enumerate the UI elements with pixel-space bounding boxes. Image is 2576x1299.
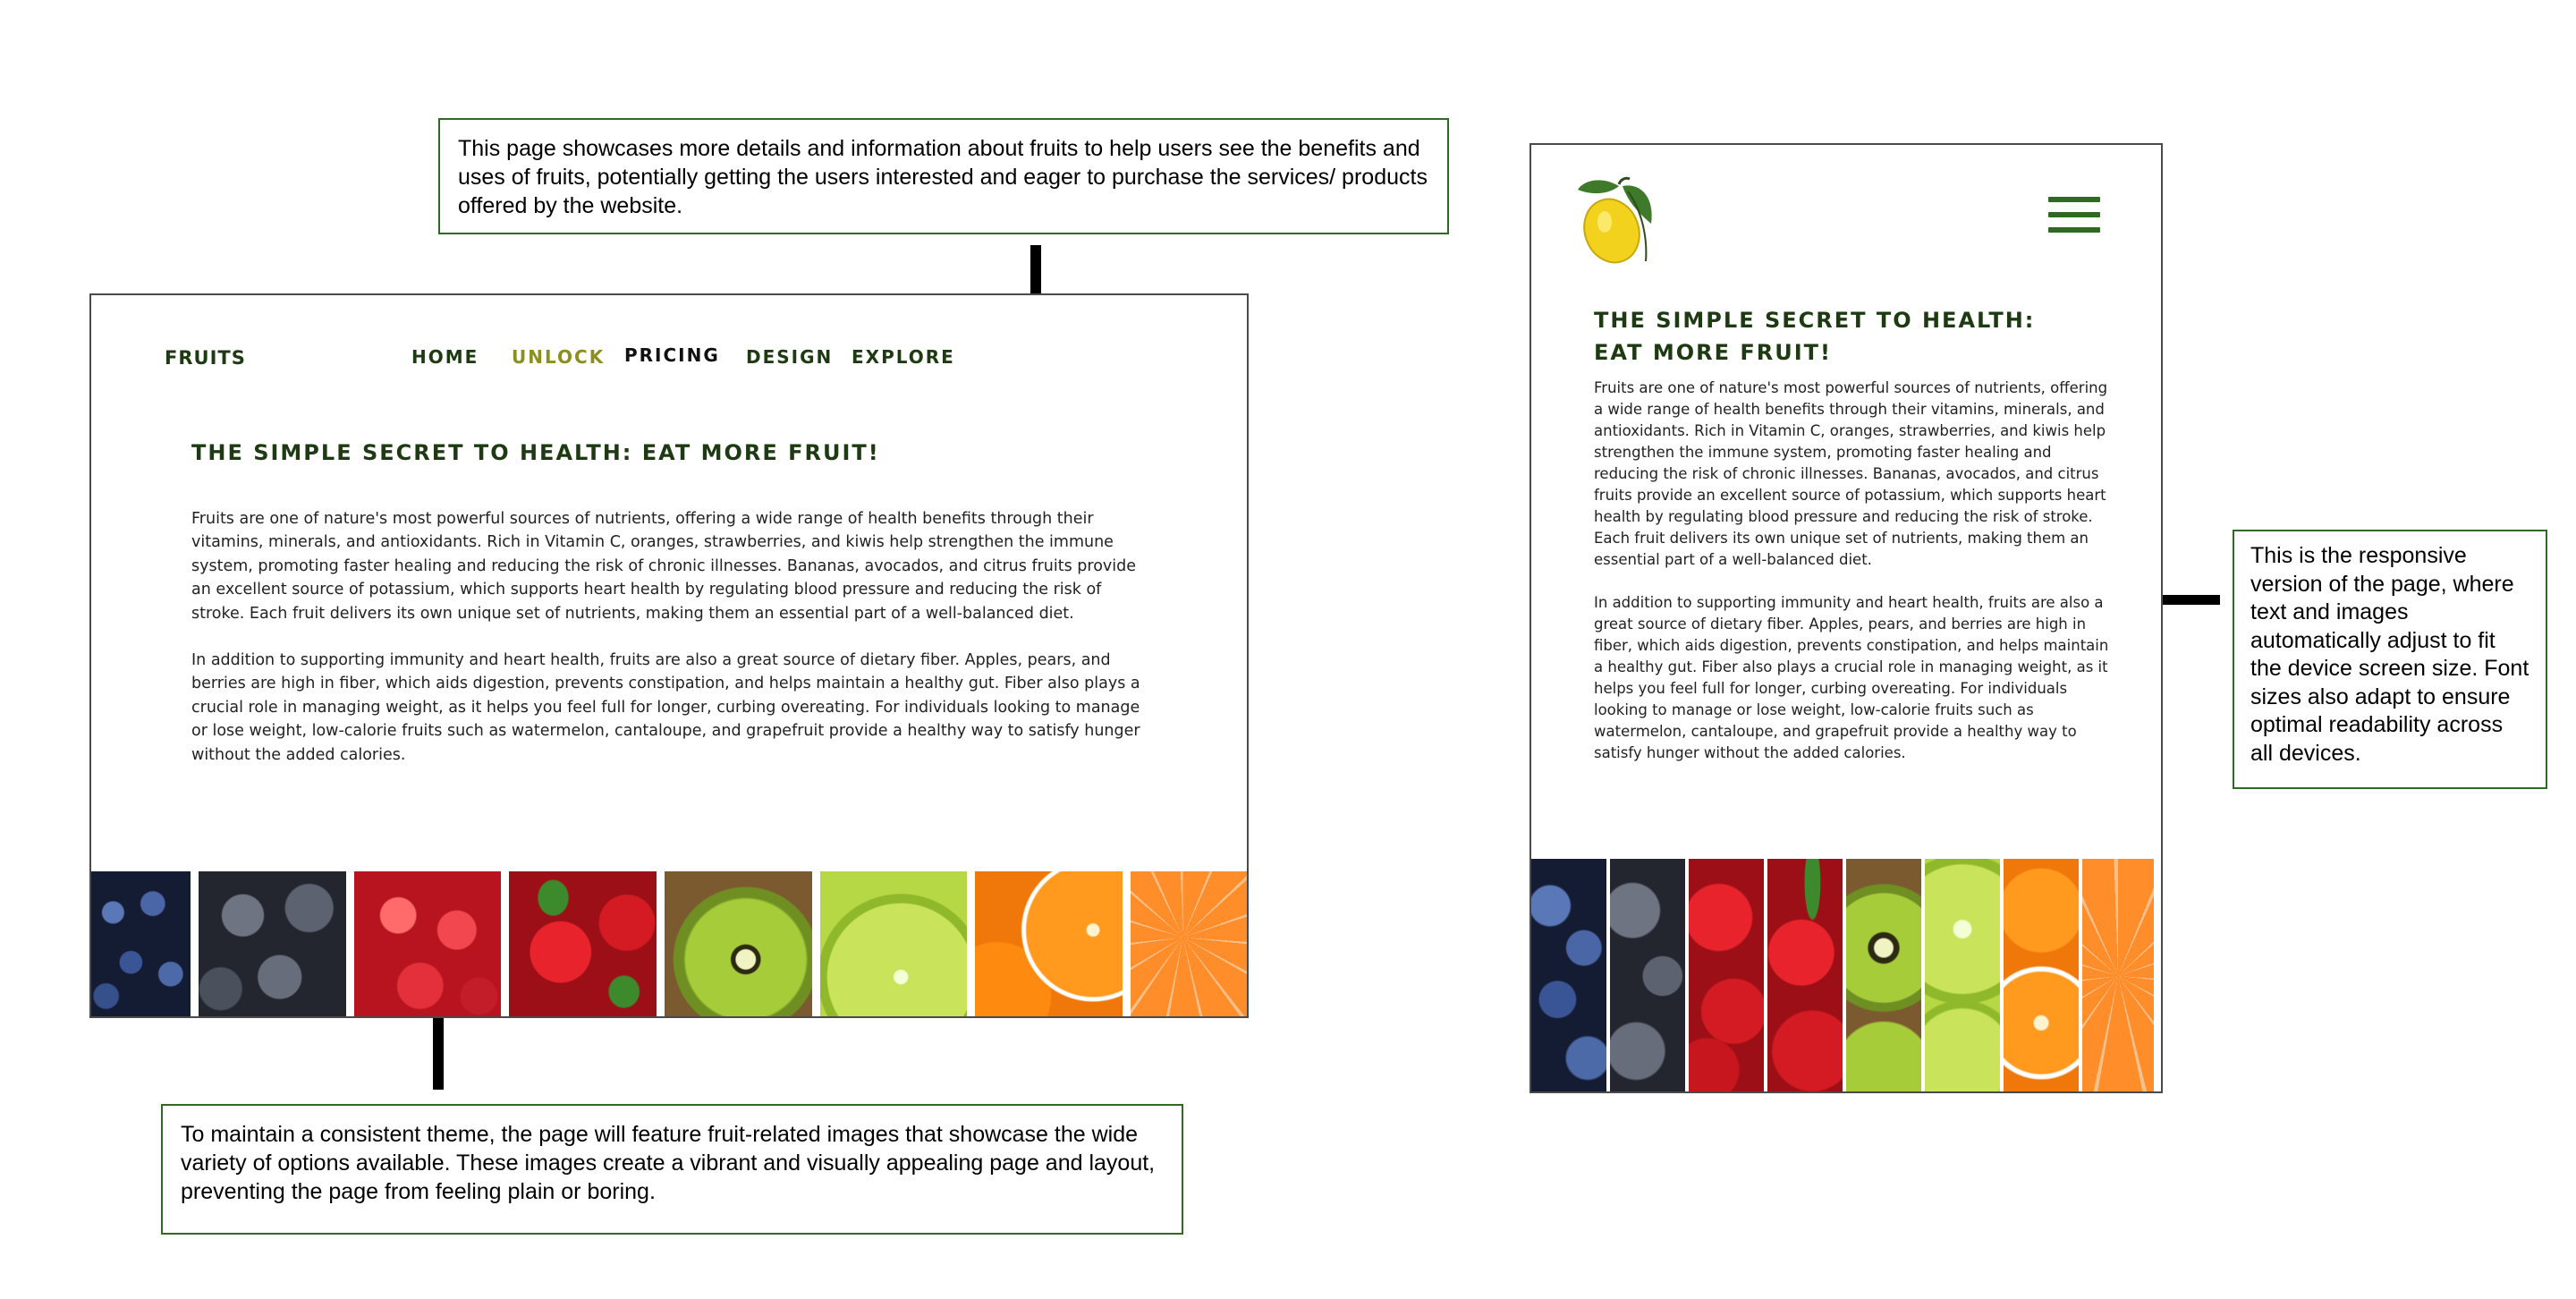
annotation-right-text: This is the responsive version of the pa… [2250, 543, 2529, 766]
desktop-mockup: FRUITS HOME UNLOCK PRICING DESIGN EXPLOR… [89, 293, 1249, 1018]
nav-unlock[interactable]: UNLOCK [512, 346, 605, 368]
body-paragraph-2: In addition to supporting immunity and h… [191, 651, 1140, 764]
nav-design[interactable]: DESIGN [746, 346, 833, 368]
lime-image-mobile [1925, 859, 2000, 1091]
annotation-bottom-text: To maintain a consistent theme, the page… [181, 1122, 1156, 1204]
blueberries-image-mobile [1531, 859, 1606, 1091]
mobile-mockup: THE SIMPLE SECRET TO HEALTH: EAT MORE FR… [1530, 143, 2163, 1093]
kiwi-image [665, 871, 812, 1016]
nav-pricing[interactable]: PRICING [624, 344, 720, 366]
page-title-line-1: THE SIMPLE SECRET TO HEALTH: [1594, 308, 2036, 333]
fruit-image-strip [91, 871, 1247, 1016]
fruit-image-strip-mobile [1531, 859, 2161, 1091]
grapes-image [198, 871, 346, 1016]
nav-home[interactable]: HOME [411, 346, 479, 368]
orange-image-mobile [2004, 859, 2079, 1091]
body-paragraph-1: Fruits are one of nature's most powerful… [191, 510, 1137, 623]
body-text: Fruits are one of nature's most powerful… [191, 507, 1150, 767]
annotation-bottom: To maintain a consistent theme, the page… [161, 1104, 1183, 1235]
page-title: THE SIMPLE SECRET TO HEALTH: EAT MORE FR… [191, 440, 880, 465]
tangerine-image-mobile [2082, 859, 2154, 1091]
lemon-icon[interactable] [1574, 175, 1664, 274]
body-text-mobile: Fruits are one of nature's most powerful… [1594, 378, 2111, 764]
annotation-right: This is the responsive version of the pa… [2233, 530, 2547, 789]
body-paragraph-1-mobile: Fruits are one of nature's most powerful… [1594, 379, 2108, 568]
strawberries-2-image-mobile [1767, 859, 1843, 1091]
nav-explore[interactable]: EXPLORE [852, 346, 955, 368]
hamburger-icon[interactable] [2048, 197, 2100, 234]
tangerine-image [1131, 871, 1247, 1016]
page-title-line-2: EAT MORE FRUIT! [1594, 340, 1832, 365]
strawberries-image [509, 871, 657, 1016]
annotation-top: This page showcases more details and inf… [438, 118, 1449, 234]
annotation-top-text: This page showcases more details and inf… [458, 136, 1428, 218]
raspberries-image [353, 871, 502, 1016]
lime-image [819, 871, 968, 1016]
blueberries-image [91, 871, 191, 1016]
page-title-mobile: THE SIMPLE SECRET TO HEALTH: EAT MORE FR… [1594, 304, 2035, 369]
grapes-image-mobile [1610, 859, 1685, 1091]
body-paragraph-2-mobile: In addition to supporting immunity and h… [1594, 594, 2109, 761]
orange-image [975, 871, 1123, 1016]
brand-logo[interactable]: FRUITS [165, 347, 246, 369]
strawberries-image-mobile [1689, 859, 1764, 1091]
kiwi-image-mobile [1846, 859, 1921, 1091]
